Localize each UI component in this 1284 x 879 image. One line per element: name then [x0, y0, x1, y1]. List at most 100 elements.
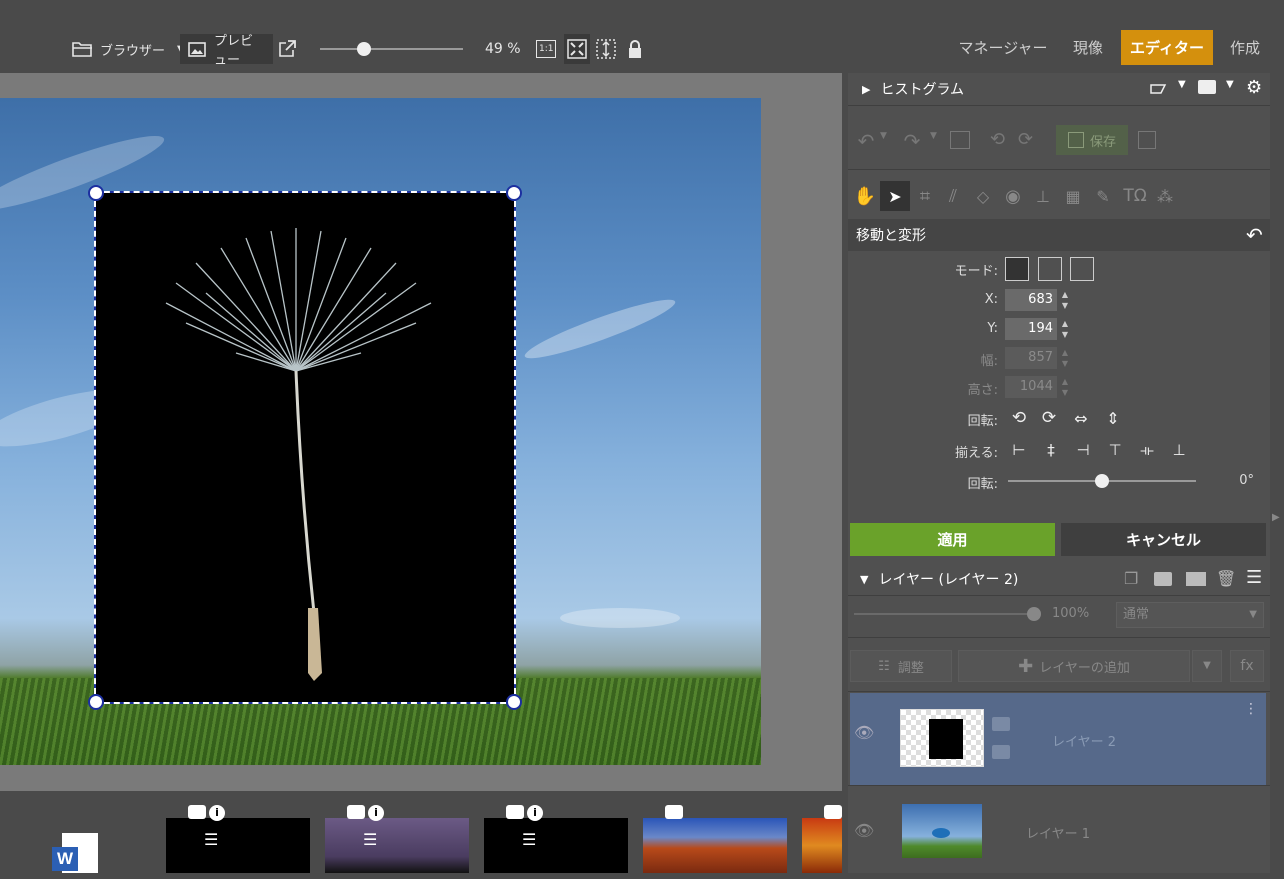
preview-button[interactable]: プレビュー [180, 34, 273, 68]
tab-develop[interactable]: 現像 [1060, 30, 1116, 65]
layer-row[interactable]: 👁 レイヤー 1 [850, 787, 1266, 879]
resize-handle-top-right[interactable] [506, 185, 522, 201]
fit-screen-icon[interactable] [564, 34, 590, 64]
adjust-button[interactable]: ☷ 調整 [850, 650, 952, 682]
mask-icon[interactable] [1154, 572, 1172, 586]
align-top-icon[interactable]: ⊤ [1104, 439, 1126, 461]
flip-horizontal-icon[interactable]: ⇔ [1070, 407, 1092, 429]
mode-perspective-icon[interactable] [1038, 257, 1062, 281]
trash-icon[interactable]: 🗑 [1216, 569, 1236, 588]
flip-vertical-icon[interactable]: ⇕ [1102, 407, 1124, 429]
rotation-slider-knob[interactable] [1095, 474, 1109, 488]
filmstrip-thumb[interactable]: ☰ [166, 818, 310, 873]
x-input[interactable]: 683 [1005, 289, 1057, 311]
mask-icon[interactable] [992, 745, 1010, 759]
fit-height-icon[interactable] [596, 34, 616, 64]
lock-icon[interactable] [627, 34, 643, 64]
width-input[interactable]: 857 [1005, 347, 1057, 369]
cancel-button[interactable]: キャンセル [1061, 523, 1266, 556]
image-icon[interactable] [950, 131, 970, 149]
add-layer-dropdown[interactable]: ▼ [1192, 650, 1222, 682]
width-stepper[interactable]: ▲ ▼ [1059, 347, 1071, 369]
word-icon[interactable]: W [52, 833, 100, 873]
histogram-header[interactable]: ▶ ヒストグラム ▼ ▼ ⚙ [848, 73, 1270, 105]
text-icon[interactable]: TΩ [1122, 181, 1148, 211]
align-center-icon[interactable]: ‡ [1040, 439, 1062, 461]
pointer-icon[interactable]: ➤ [880, 181, 910, 211]
opacity-slider[interactable] [854, 607, 1041, 621]
folder-icon[interactable] [1186, 572, 1206, 586]
chevron-down-icon[interactable]: ▼ [880, 131, 887, 141]
hand-icon[interactable]: ✋ [852, 181, 878, 211]
save-button[interactable]: 保存 [1056, 125, 1128, 155]
histogram-mode-icon[interactable] [1150, 81, 1168, 101]
zoom-slider[interactable] [320, 42, 463, 56]
chevron-down-icon[interactable]: ▼ [930, 131, 937, 141]
more-icon[interactable]: ⋮ [1244, 701, 1258, 717]
opacity-slider-knob[interactable] [1027, 607, 1041, 621]
brush-icon[interactable]: ✎ [1092, 181, 1114, 211]
eye-icon[interactable]: 👁 [854, 821, 874, 840]
eye-icon[interactable]: 👁 [854, 723, 874, 742]
layers-header[interactable]: ▼ レイヤー (レイヤー 2) ❐ 🗑 ☰ [848, 563, 1270, 595]
layer-row[interactable]: 👁 レイヤー 2 ⋮ [850, 693, 1266, 785]
filmstrip-thumb[interactable]: ☰ [484, 818, 628, 873]
duplicate-layer-icon[interactable]: ❐ [1124, 569, 1138, 588]
mask-icon[interactable] [1198, 80, 1216, 94]
rotate-left-icon[interactable]: ⟲ [990, 129, 1005, 150]
height-stepper[interactable]: ▲ ▼ [1059, 376, 1071, 398]
browser-button[interactable]: ブラウザー ▼ [72, 34, 185, 64]
chevron-down-icon[interactable]: ▼ [1226, 79, 1234, 90]
resize-handle-bottom-right[interactable] [506, 694, 522, 710]
clone-icon[interactable]: ⊥ [1032, 181, 1054, 211]
one-to-one-button[interactable]: 1:1 [536, 34, 557, 64]
rotate-left-icon[interactable]: ⟲ [1008, 407, 1030, 429]
tab-editor[interactable]: エディター [1121, 30, 1213, 65]
align-left-icon[interactable]: ⊢ [1008, 439, 1030, 461]
blend-mode-select[interactable]: 通常 ▼ [1116, 602, 1264, 628]
y-input[interactable]: 194 [1005, 318, 1057, 340]
mode-distort-icon[interactable] [1070, 257, 1094, 281]
filmstrip-thumb[interactable] [643, 818, 787, 873]
align-right-icon[interactable]: ⊣ [1072, 439, 1094, 461]
y-stepper[interactable]: ▲ ▼ [1059, 318, 1071, 340]
filmstrip-thumb[interactable]: ☰ [325, 818, 469, 873]
undo-icon[interactable]: ↶ [854, 129, 878, 153]
selected-layer-image[interactable] [94, 191, 516, 704]
redo-icon[interactable]: ↷ [900, 129, 924, 153]
collapse-panel-icon[interactable]: ▶ [1272, 512, 1280, 523]
rotate-right-icon[interactable]: ⟳ [1018, 129, 1033, 150]
save-as-icon[interactable] [1138, 131, 1156, 149]
eye-icon[interactable]: ◉ [1002, 181, 1024, 211]
zoom-slider-knob[interactable] [357, 42, 372, 56]
rotation-slider[interactable] [1008, 474, 1196, 488]
chevron-right-icon[interactable]: ▶ [862, 83, 870, 96]
chevron-down-icon[interactable]: ▼ [1178, 79, 1186, 90]
chevron-down-icon[interactable]: ▼ [860, 573, 868, 586]
editor-canvas[interactable] [0, 73, 842, 791]
rotate-right-icon[interactable]: ⟳ [1038, 407, 1060, 429]
apply-button[interactable]: 適用 [850, 523, 1055, 556]
x-stepper[interactable]: ▲ ▼ [1059, 289, 1071, 311]
filmstrip-thumb[interactable] [802, 818, 842, 873]
height-input[interactable]: 1044 [1005, 376, 1057, 398]
tab-manager[interactable]: マネージャー [956, 30, 1050, 65]
resize-handle-top-left[interactable] [88, 185, 104, 201]
resize-handle-bottom-left[interactable] [88, 694, 104, 710]
gear-icon[interactable]: ⚙ [1246, 77, 1262, 98]
mask-icon[interactable] [992, 717, 1010, 731]
grid-icon[interactable]: ▦ [1062, 181, 1084, 211]
perspective-icon[interactable]: ⫽ [942, 181, 964, 211]
external-link-icon[interactable] [278, 34, 296, 64]
fx-button[interactable]: fx [1230, 650, 1264, 682]
align-bottom-icon[interactable]: ⊥ [1168, 439, 1190, 461]
mode-normal-icon[interactable] [1005, 257, 1029, 281]
menu-icon[interactable]: ☰ [1246, 567, 1262, 588]
crop-icon[interactable]: ⌗ [914, 181, 936, 211]
tab-create[interactable]: 作成 [1218, 30, 1272, 65]
reset-icon[interactable]: ↶ [1246, 223, 1263, 247]
selection-icon[interactable]: ◇ [972, 181, 994, 211]
align-middle-icon[interactable]: ⟛ [1136, 439, 1158, 461]
add-layer-button[interactable]: ✚ レイヤーの追加 [958, 650, 1190, 682]
effects-icon[interactable]: ⁂ [1154, 181, 1176, 211]
